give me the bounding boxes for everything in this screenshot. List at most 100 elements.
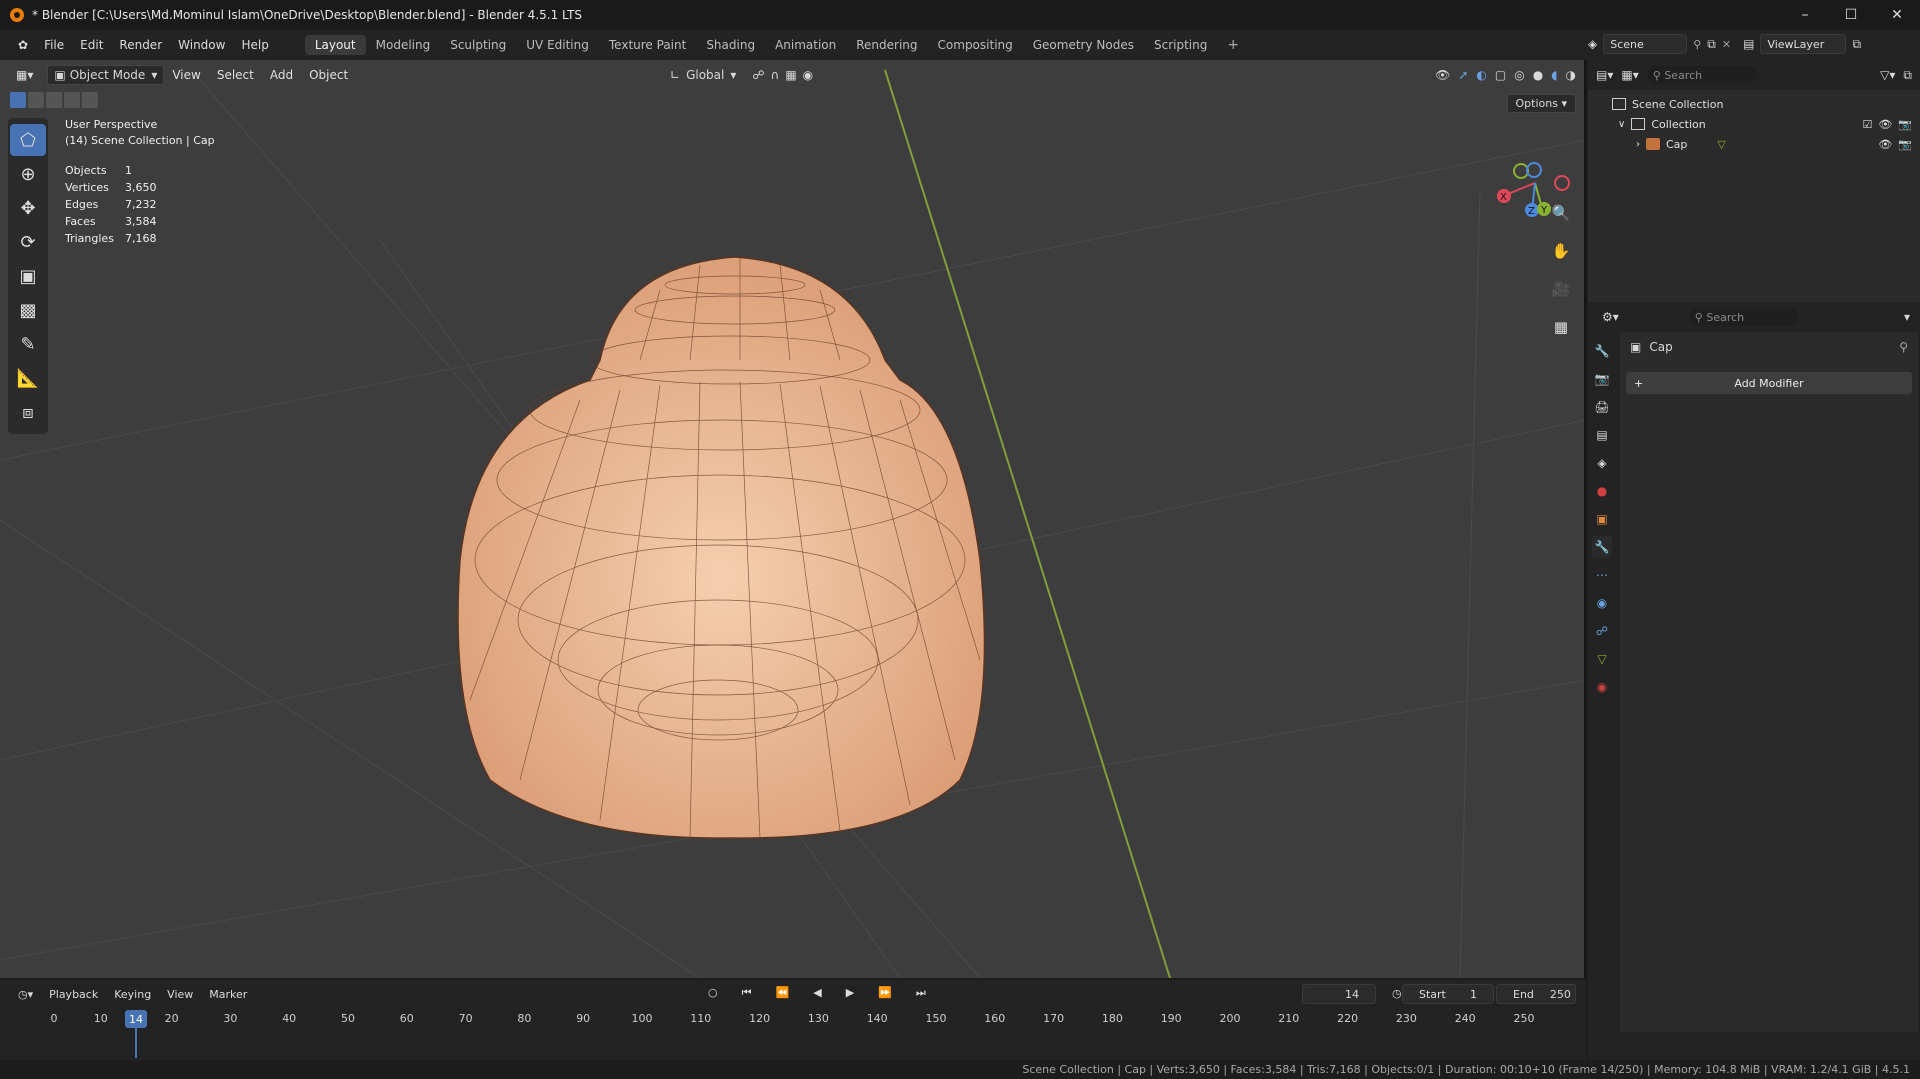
properties-search[interactable]: ⚲ Search <box>1688 308 1799 326</box>
menu-window[interactable]: Window <box>170 38 233 52</box>
add-workspace-icon[interactable]: + <box>1217 34 1249 56</box>
playhead[interactable]: 14 <box>125 1010 147 1028</box>
material-shading-icon[interactable]: ◖ <box>1551 68 1557 82</box>
cap-mesh[interactable] <box>457 256 986 839</box>
cursor-icon[interactable]: ⊕ <box>10 158 46 190</box>
select-new-icon[interactable] <box>10 92 26 108</box>
chevron-down-icon[interactable]: ▾ <box>1904 310 1910 324</box>
end-frame-field[interactable]: End 250 <box>1496 984 1576 1004</box>
autokey-icon[interactable]: ○ <box>700 986 726 1000</box>
jump-start-icon[interactable]: ⏮ <box>734 986 760 1000</box>
maximize-button[interactable]: ☐ <box>1828 0 1874 30</box>
menu-view[interactable]: View <box>164 68 208 82</box>
tab-uv-editing[interactable]: UV Editing <box>516 35 599 55</box>
scale-icon[interactable]: ▣ <box>10 260 46 292</box>
mode-selector[interactable]: ▣ Object Mode ▾ <box>47 65 165 85</box>
solid-shading-icon[interactable]: ● <box>1533 68 1543 82</box>
ortho-grid-icon[interactable]: ▦ <box>1548 314 1574 340</box>
world-tab-icon[interactable]: ● <box>1592 480 1612 502</box>
tab-animation[interactable]: Animation <box>765 35 846 55</box>
menu-playback[interactable]: Playback <box>41 988 106 1001</box>
proportional-edit-icon[interactable]: ◉ <box>803 68 813 82</box>
options-button[interactable]: Options ▾ <box>1506 94 1576 113</box>
menu-marker[interactable]: Marker <box>201 988 255 1001</box>
new-scene-icon[interactable]: ⧉ <box>1707 37 1716 52</box>
tab-modeling[interactable]: Modeling <box>366 35 441 55</box>
select-subtract-icon[interactable] <box>46 92 62 108</box>
render-tab-icon[interactable]: 📷 <box>1592 368 1612 390</box>
scene-selector[interactable]: Scene <box>1603 34 1688 54</box>
outliner-search[interactable]: ⚲ Search <box>1646 66 1757 84</box>
menu-help[interactable]: Help <box>233 38 276 52</box>
new-viewlayer-icon[interactable]: ⧉ <box>1852 37 1861 52</box>
pan-hand-icon[interactable]: ✋ <box>1548 238 1574 264</box>
viewport-canvas[interactable]: X Y Z <box>0 60 1586 978</box>
tab-shading[interactable]: Shading <box>696 35 765 55</box>
transform-icon[interactable]: ▩ <box>10 294 46 326</box>
tool-tab-icon[interactable]: 🔧 <box>1592 340 1612 362</box>
close-button[interactable]: ✕ <box>1874 0 1920 30</box>
overlay-toggle-icon[interactable]: ◐ <box>1476 68 1486 82</box>
menu-timeline-view[interactable]: View <box>159 988 201 1001</box>
tab-texture-paint[interactable]: Texture Paint <box>599 35 696 55</box>
timeline-editor-icon[interactable]: ◷▾ <box>10 988 41 1001</box>
tab-compositing[interactable]: Compositing <box>928 35 1023 55</box>
eye-icon[interactable]: 👁 <box>1878 118 1892 131</box>
jump-prev-key-icon[interactable]: ⏪ <box>768 986 798 1000</box>
properties-editor-icon[interactable]: ⚙▾ <box>1602 310 1619 324</box>
minimize-button[interactable]: – <box>1782 0 1828 30</box>
jump-end-icon[interactable]: ⏭ <box>908 986 934 1000</box>
menu-file[interactable]: File <box>36 38 72 52</box>
outliner-row-collection[interactable]: ∨ Collection ☑ 👁 📷 <box>1588 114 1920 134</box>
pin-icon[interactable]: ⚲ <box>1899 340 1908 354</box>
xray-icon[interactable]: ▢ <box>1495 68 1506 82</box>
new-collection-icon[interactable]: ⧉ <box>1903 68 1912 83</box>
filter-icon[interactable]: ▽▾ <box>1880 68 1895 82</box>
select-box-icon[interactable]: ⬠ <box>10 124 46 156</box>
chevron-right-icon[interactable]: › <box>1636 139 1640 150</box>
particles-tab-icon[interactable]: ⋯ <box>1592 564 1612 586</box>
physics-tab-icon[interactable]: ◉ <box>1592 592 1612 614</box>
play-reverse-icon[interactable]: ◀ <box>805 986 829 1000</box>
gizmo-toggle-icon[interactable]: ➚ <box>1458 68 1468 82</box>
menu-keying[interactable]: Keying <box>106 988 159 1001</box>
rotate-icon[interactable]: ⟳ <box>10 226 46 258</box>
select-invert-icon[interactable] <box>64 92 80 108</box>
menu-add[interactable]: Add <box>262 68 301 82</box>
editor-type-icon[interactable]: ▦▾ <box>8 68 41 82</box>
measure-icon[interactable]: 📐 <box>10 362 46 394</box>
material-tab-icon[interactable]: ◉ <box>1592 676 1612 698</box>
move-icon[interactable]: ✥ <box>10 192 46 224</box>
pin-icon[interactable]: ⚲ <box>1693 38 1701 51</box>
menu-select[interactable]: Select <box>209 68 262 82</box>
outliner-editor-icon[interactable]: ▤▾ <box>1596 68 1613 82</box>
camera-icon[interactable]: 📷 <box>1898 118 1912 131</box>
data-tab-icon[interactable]: ▽ <box>1592 648 1612 670</box>
jump-next-key-icon[interactable]: ⏩ <box>870 986 900 1000</box>
blender-menu-icon[interactable]: ✿ <box>10 38 36 52</box>
current-frame-field[interactable]: 14 <box>1302 984 1376 1004</box>
zoom-icon[interactable]: 🔍 <box>1548 200 1574 226</box>
output-tab-icon[interactable]: 🖨 <box>1592 396 1612 418</box>
delete-scene-icon[interactable]: ✕ <box>1722 38 1731 51</box>
tab-sculpting[interactable]: Sculpting <box>440 35 516 55</box>
transform-orientation[interactable]: Global <box>686 68 724 82</box>
outliner-row-scene-collection[interactable]: Scene Collection <box>1588 94 1920 114</box>
menu-render[interactable]: Render <box>111 38 170 52</box>
chevron-down-icon[interactable]: ∨ <box>1618 119 1625 130</box>
modifier-tab-icon[interactable]: 🔧 <box>1592 536 1612 558</box>
eye-icon[interactable]: 👁 <box>1878 138 1892 151</box>
add-modifier-button[interactable]: + Add Modifier <box>1626 372 1912 394</box>
visibility-icon[interactable]: 👁 <box>1435 68 1450 82</box>
scene-tab-icon[interactable]: ◈ <box>1592 452 1612 474</box>
viewlayer-selector[interactable]: ViewLayer <box>1760 34 1847 54</box>
select-extend-icon[interactable] <box>28 92 44 108</box>
menu-object[interactable]: Object <box>301 68 356 82</box>
outliner-row-cap[interactable]: › Cap ▽ 👁 📷 <box>1588 134 1920 154</box>
frame-ruler[interactable]: 0 10 20 30 40 50 60 70 80 90 100 110 120 130 140 150 160… <box>0 1010 1586 1030</box>
tab-layout[interactable]: Layout <box>304 35 366 55</box>
camera-icon[interactable]: 📷 <box>1898 138 1912 151</box>
constraints-tab-icon[interactable]: ☍ <box>1592 620 1612 642</box>
3d-viewport[interactable]: X Y Z ▦▾ ▣ Object Mode ▾ View Select Add… <box>0 60 1586 978</box>
tab-rendering[interactable]: Rendering <box>846 35 927 55</box>
